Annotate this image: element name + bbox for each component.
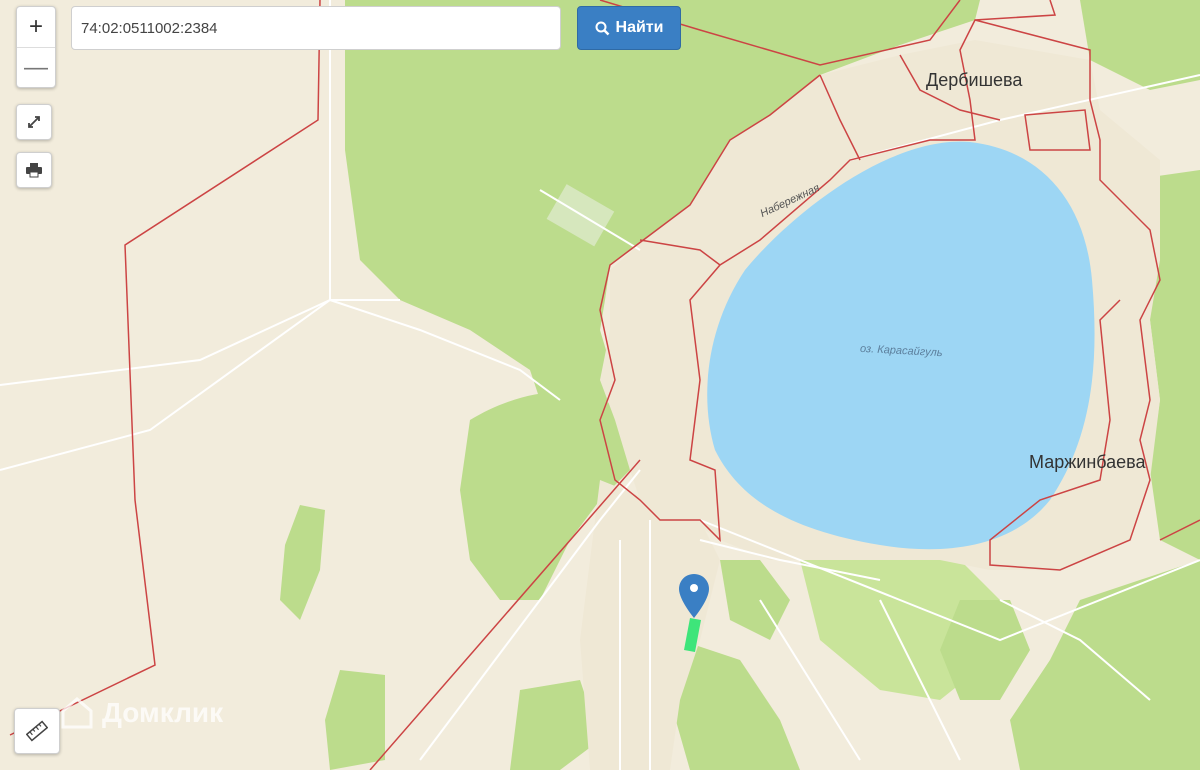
- domclick-logo-icon: [61, 697, 93, 729]
- map-pin-icon[interactable]: [679, 574, 709, 618]
- parcel-polygon[interactable]: [684, 618, 701, 652]
- print-button[interactable]: [16, 152, 52, 188]
- ruler-icon: [26, 720, 48, 742]
- fullscreen-button[interactable]: [16, 104, 52, 140]
- plus-icon[interactable]: +: [17, 7, 55, 47]
- map-canvas[interactable]: [0, 0, 1200, 770]
- watermark-text: Домклик: [102, 697, 224, 728]
- search-button-label: Найти: [615, 19, 664, 36]
- zoom-control: + —: [16, 6, 56, 88]
- fullscreen-icon: [28, 116, 40, 128]
- ruler-button[interactable]: [14, 708, 60, 754]
- minus-icon[interactable]: —: [17, 47, 55, 88]
- print-icon: [26, 163, 42, 178]
- cadastral-search-input[interactable]: [71, 6, 561, 50]
- watermark: Домклик: [60, 696, 223, 730]
- village-label-marzhinbaeva: Маржинбаева: [1029, 452, 1146, 472]
- village-label-derbisheva: Дербишева: [926, 70, 1023, 90]
- search-button[interactable]: Найти: [577, 6, 681, 50]
- search-icon: [595, 21, 609, 35]
- parcel-marker-group[interactable]: [676, 570, 720, 654]
